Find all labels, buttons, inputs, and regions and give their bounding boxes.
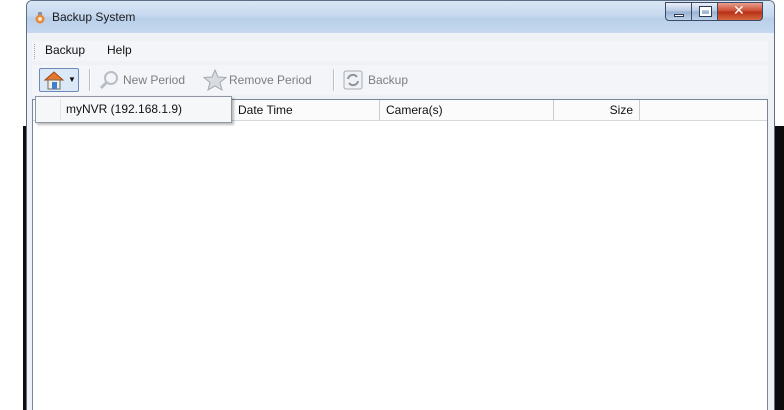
column-header-cameras[interactable]: Camera(s) [380,100,554,120]
nvr-select-button[interactable]: ▼ [39,68,79,92]
menu-bar: Backup Help [32,41,768,61]
menu-grip [34,44,37,59]
home-icon [43,71,65,90]
dropdown-item-mynvr[interactable]: myNVR (192.168.1.9) [66,102,182,116]
new-period-button[interactable]: New Period [99,69,199,91]
menu-icon-gutter [60,99,61,120]
menu-help[interactable]: Help [107,43,132,57]
backup-system-window: Backup System ✕ Backup Help ▼ New Period… [26,0,775,410]
remove-period-label: Remove Period [229,73,312,87]
backup-label: Backup [368,73,409,87]
column-header-size[interactable]: Size [554,100,640,120]
toolbar: ▼ New Period Remove Period Backup [32,65,768,95]
refresh-icon [343,70,363,90]
column-header-date-time[interactable]: Date Time [232,100,380,120]
chevron-down-icon[interactable]: ▼ [68,75,76,84]
app-icon [35,12,45,24]
window-title: Backup System [52,10,136,24]
close-button[interactable]: ✕ [717,2,763,21]
magnifier-icon [99,71,118,90]
toolbar-separator [333,69,335,91]
title-bar[interactable]: Backup System ✕ [27,1,774,33]
background-edge-right [775,126,784,410]
new-period-label: New Period [123,73,186,87]
backup-period-table[interactable]: Date Time Camera(s) Size [32,99,768,410]
remove-period-button[interactable]: Remove Period [203,69,327,91]
maximize-icon [699,6,712,17]
minimize-icon [674,14,684,17]
nvr-dropdown-menu: myNVR (192.168.1.9) [35,96,232,123]
toolbar-separator [89,69,91,91]
backup-button[interactable]: Backup [342,69,422,91]
close-icon: ✕ [733,3,745,19]
star-icon [203,69,227,91]
menu-backup[interactable]: Backup [45,43,85,57]
minimize-button[interactable] [665,2,692,21]
column-header-filler [640,100,767,120]
maximize-button[interactable] [691,2,718,21]
